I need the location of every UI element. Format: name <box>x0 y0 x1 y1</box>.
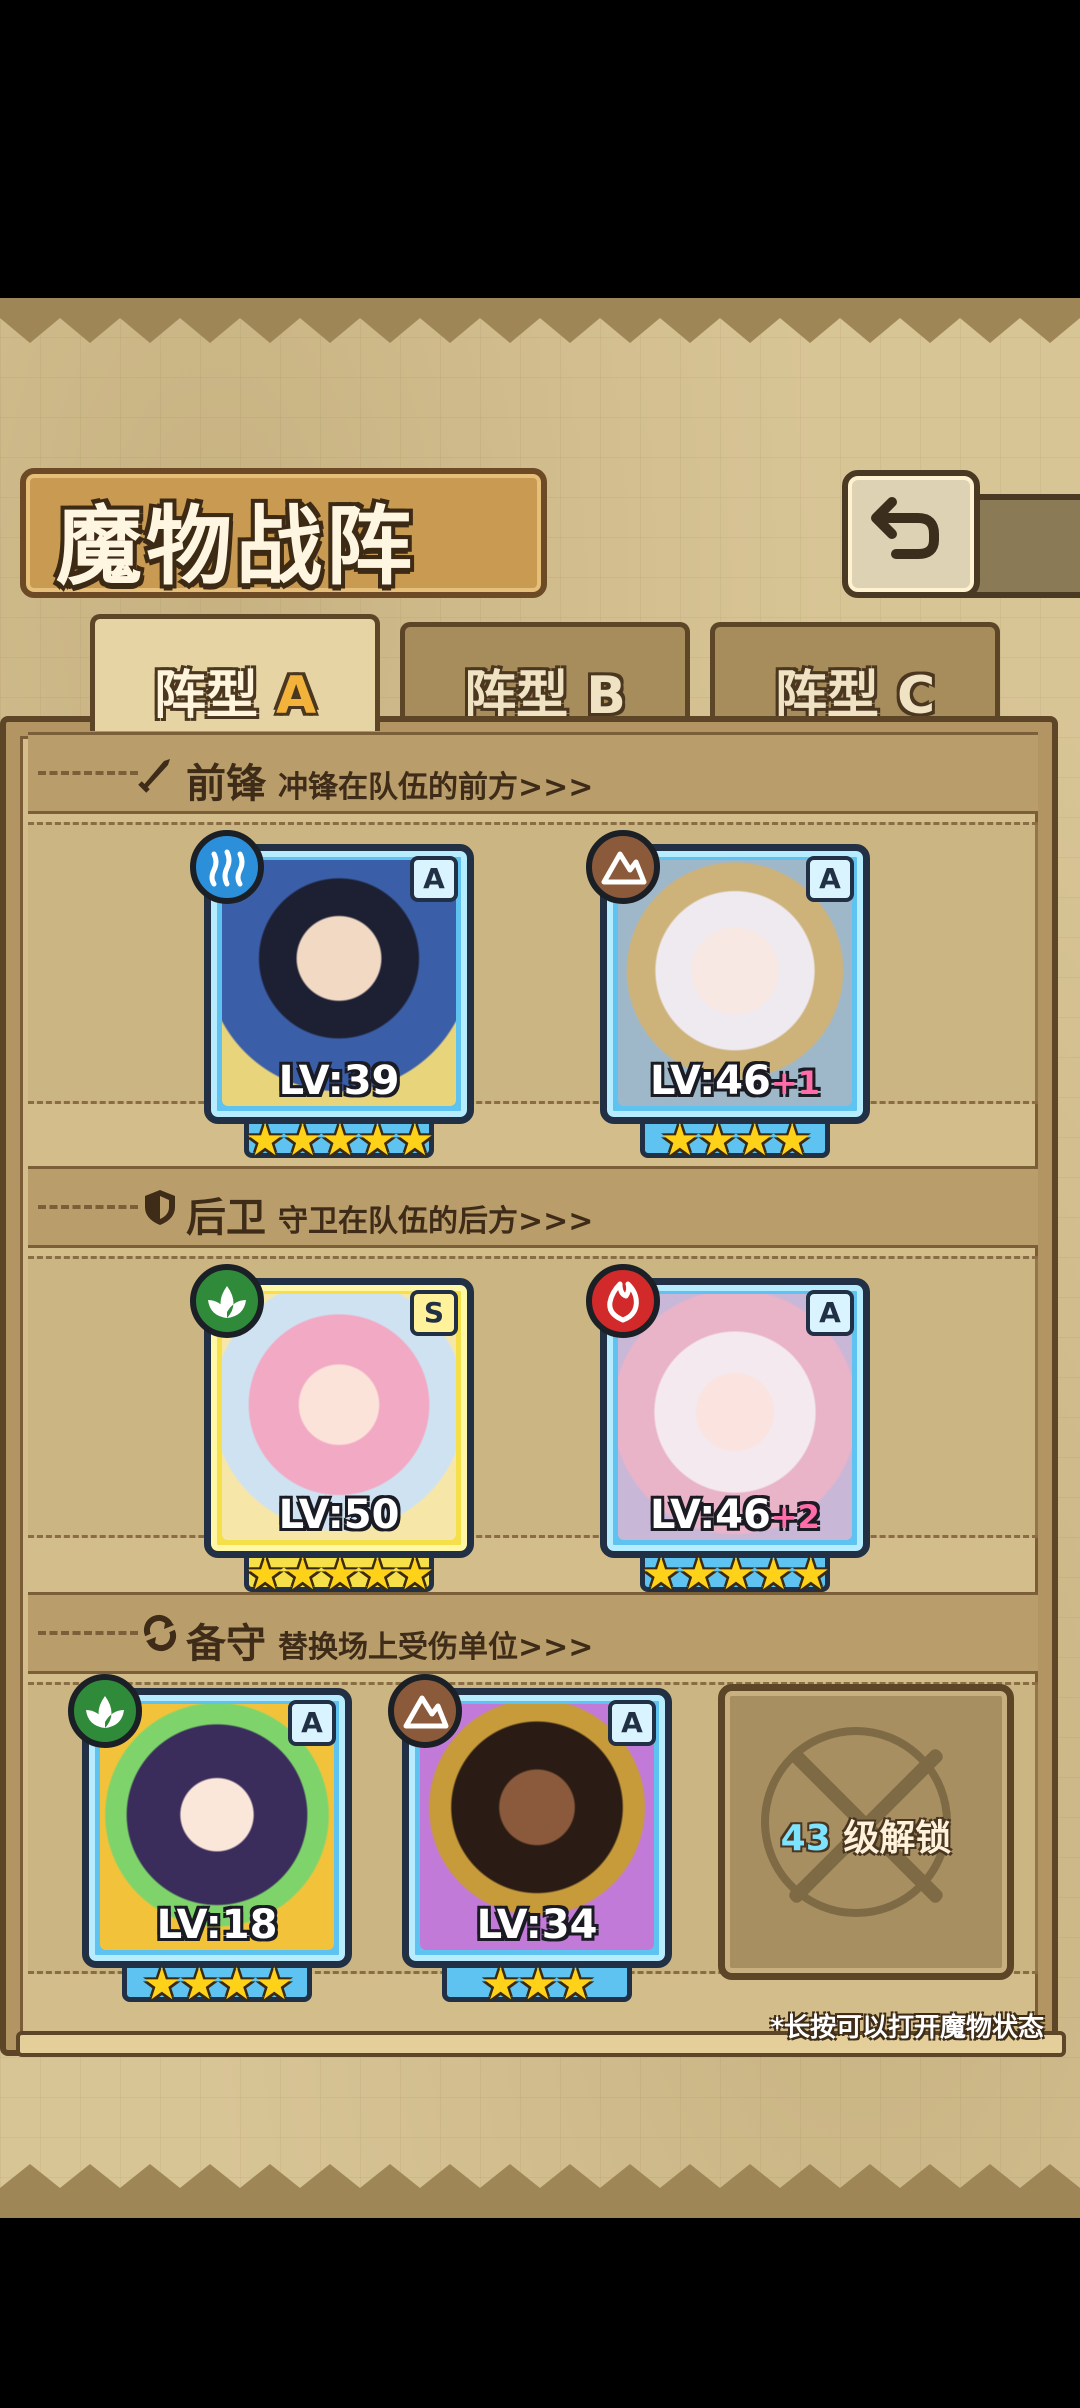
monster-card-front-2[interactable]: A LV:46+1 ★★★★ <box>586 830 870 1166</box>
level-label: LV:18 <box>156 1902 278 1948</box>
dash-divider <box>38 771 138 775</box>
star-rating: ★★★★★ <box>641 1549 830 1600</box>
unlock-level: 43 <box>780 1818 831 1859</box>
level-label: LV:34 <box>476 1902 598 1948</box>
tab-formation-b[interactable]: 阵型 B <box>400 622 690 726</box>
star-rating: ★★★★★ <box>245 1549 434 1600</box>
tab-formation-c[interactable]: 阵型 C <box>710 622 1000 726</box>
water-element-icon <box>190 830 264 904</box>
section-back-header: 后卫 守卫在队伍的后方>>> <box>28 1166 1038 1248</box>
page-title: 魔物战阵 <box>56 496 416 597</box>
back-button-rail <box>964 494 1080 598</box>
wind-element-icon <box>190 1264 264 1338</box>
star-rating: ★★★★ <box>142 1959 294 2010</box>
tab-a-label: 阵型 <box>153 666 258 726</box>
torn-edge-bottom <box>0 2164 1080 2218</box>
monster-card-reserve-1[interactable]: A LV:18 ★★★★ <box>68 1674 352 2010</box>
monster-card-front-1[interactable]: A LV:39 ★★★★★ <box>190 830 474 1166</box>
monster-card-reserve-2[interactable]: A LV:34 ★★★ <box>388 1674 672 2010</box>
level-label: LV:50 <box>278 1492 400 1538</box>
unlock-label: 级解锁 <box>843 1818 952 1859</box>
section-front-title: 前锋 <box>186 761 266 807</box>
earth-element-icon <box>388 1674 462 1748</box>
back-row <box>28 1256 1038 1538</box>
rank-badge: A <box>806 1290 854 1336</box>
section-front-header: 前锋 冲锋在队伍的前方>>> <box>28 732 1038 814</box>
shield-icon <box>145 1190 175 1225</box>
game-screen: 魔物战阵 阵型 A 阵型 B 阵型 C 前锋 冲锋在队伍的前方>>> 后卫 守卫在队… <box>0 298 1080 2218</box>
section-front-desc: 冲锋在队伍的前方>>> <box>278 770 594 805</box>
tab-a-suffix: A <box>275 666 317 726</box>
section-back-desc: 守卫在队伍的后方>>> <box>278 1204 594 1239</box>
rank-badge: S <box>410 1290 458 1336</box>
dash-divider <box>38 1631 138 1635</box>
section-reserve-title: 备守 <box>186 1621 266 1667</box>
star-rating: ★★★★ <box>660 1115 812 1166</box>
level-label: LV:39 <box>278 1058 400 1104</box>
rank-badge: A <box>608 1700 656 1746</box>
star-rating: ★★★ <box>480 1959 595 2010</box>
section-back-title: 后卫 <box>186 1195 266 1241</box>
wind-element-icon <box>68 1674 142 1748</box>
star-rating: ★★★★★ <box>245 1115 434 1166</box>
monster-card-back-2[interactable]: A LV:46+2 ★★★★★ <box>586 1264 870 1600</box>
locked-slot[interactable]: 43 级解锁 <box>718 1684 1014 1980</box>
torn-edge-top <box>0 298 1080 343</box>
sword-icon <box>138 759 170 793</box>
level-label: LV:46 <box>650 1058 771 1104</box>
earth-element-icon <box>586 830 660 904</box>
section-reserve-desc: 替换场上受伤单位>>> <box>278 1630 594 1665</box>
level-bonus: +1 <box>770 1064 820 1102</box>
rank-badge: A <box>410 856 458 902</box>
rank-badge: A <box>806 856 854 902</box>
tab-formation-a[interactable]: 阵型 A <box>90 614 380 731</box>
level-label: LV:46 <box>650 1492 771 1538</box>
long-press-hint: *长按可以打开魔物状态 <box>770 2013 1044 2043</box>
rank-badge: A <box>288 1700 336 1746</box>
front-row <box>28 822 1038 1104</box>
monster-card-back-1[interactable]: S LV:50 ★★★★★ <box>190 1264 474 1600</box>
fire-element-icon <box>586 1264 660 1338</box>
return-arrow-icon[interactable] <box>866 488 946 568</box>
section-reserve-header: 备守 替换场上受伤单位>>> <box>28 1592 1038 1674</box>
swap-icon <box>143 1614 177 1652</box>
dash-divider <box>38 1205 138 1209</box>
level-bonus: +2 <box>770 1498 820 1536</box>
